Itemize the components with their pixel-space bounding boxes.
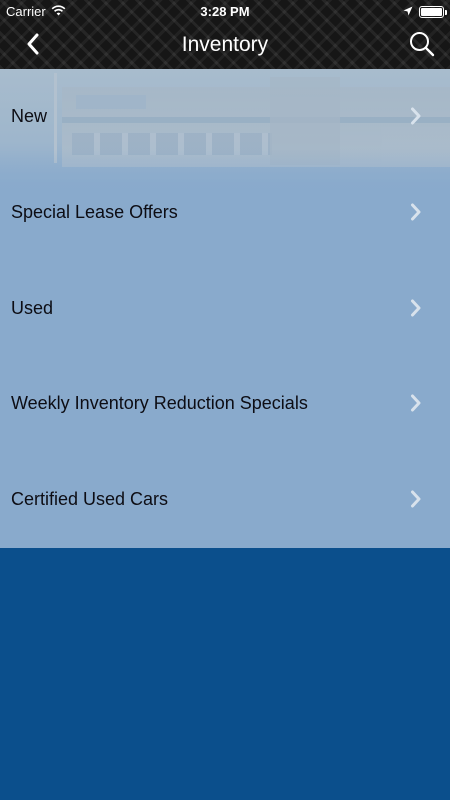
- menu-item-label: Weekly Inventory Reduction Specials: [11, 393, 308, 414]
- menu-item-special-lease-offers[interactable]: Special Lease Offers: [0, 165, 450, 261]
- menu-item-label: Used: [11, 297, 54, 318]
- menu-item-label: Certified Used Cars: [11, 489, 169, 510]
- menu-item-used[interactable]: Used: [0, 261, 450, 357]
- chevron-right-icon: [410, 394, 422, 412]
- menu-item-new[interactable]: New: [0, 69, 450, 165]
- status-bar: Carrier 3:28 PM: [0, 0, 450, 22]
- status-time: 3:28 PM: [200, 4, 250, 19]
- menu-item-certified-used-cars[interactable]: Certified Used Cars: [0, 452, 450, 548]
- app-header: Carrier 3:28 PM Inventory: [0, 0, 450, 69]
- menu-item-weekly-inventory-reduction-specials[interactable]: Weekly Inventory Reduction Specials: [0, 356, 450, 452]
- navigation-bar: Inventory: [0, 22, 450, 69]
- inventory-menu: New Special Lease Offers Used Weekly Inv…: [0, 69, 450, 548]
- menu-item-label: Special Lease Offers: [11, 201, 178, 222]
- status-right: [403, 4, 447, 19]
- search-button[interactable]: [406, 30, 438, 62]
- chevron-right-icon: [410, 490, 422, 508]
- search-icon: [409, 31, 435, 62]
- chevron-right-icon: [410, 107, 422, 125]
- battery-icon: [419, 5, 447, 18]
- inventory-list-area: New Special Lease Offers Used Weekly Inv…: [0, 69, 450, 548]
- page-title: Inventory: [181, 33, 269, 56]
- chevron-right-icon: [410, 299, 422, 317]
- location-arrow-icon: [403, 4, 413, 19]
- chevron-right-icon: [410, 203, 422, 221]
- menu-item-label: New: [11, 106, 48, 126]
- footer-panel: [0, 548, 450, 800]
